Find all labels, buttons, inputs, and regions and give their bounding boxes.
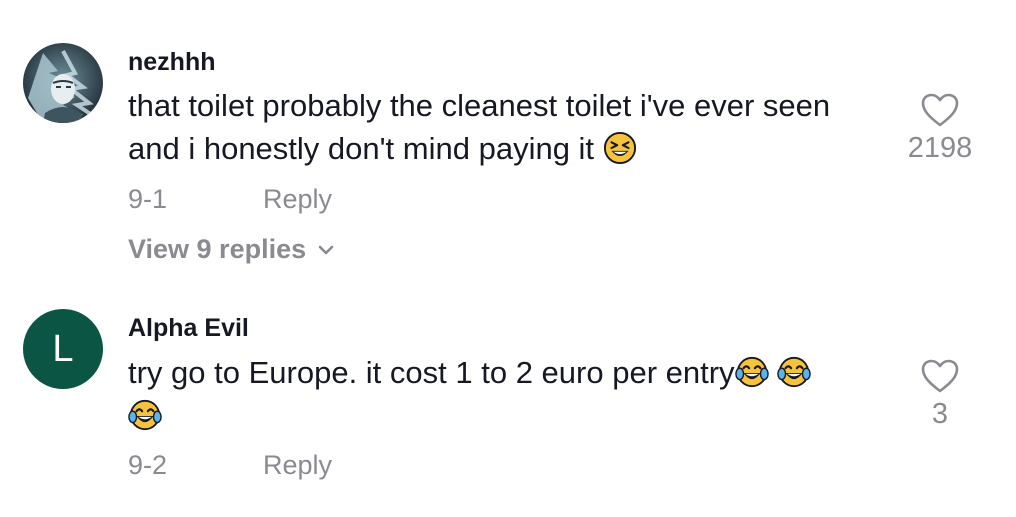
comment-text-content: try go to Europe. it cost 1 to 2 euro pe… [128, 355, 735, 390]
comment-date: 9-2 [128, 450, 168, 480]
avatar[interactable]: L [23, 309, 103, 389]
like-area: 3 [880, 358, 1000, 431]
heart-outline-icon[interactable] [920, 358, 960, 394]
comment-text: try go to Europe. it cost 1 to 2 euro pe… [128, 351, 888, 437]
username[interactable]: Alpha Evil [128, 314, 249, 343]
face-with-tears-of-joy-emoji-icon [777, 356, 811, 388]
like-count: 3 [931, 398, 949, 430]
comment-item: L Alpha Evil try go to Europe. it cost 1… [0, 0, 1016, 517]
face-with-tears-of-joy-emoji-icon [128, 399, 162, 431]
reply-button[interactable]: Reply [263, 450, 332, 481]
face-with-tears-of-joy-emoji-icon [734, 356, 769, 388]
avatar-letter: L [52, 327, 74, 370]
